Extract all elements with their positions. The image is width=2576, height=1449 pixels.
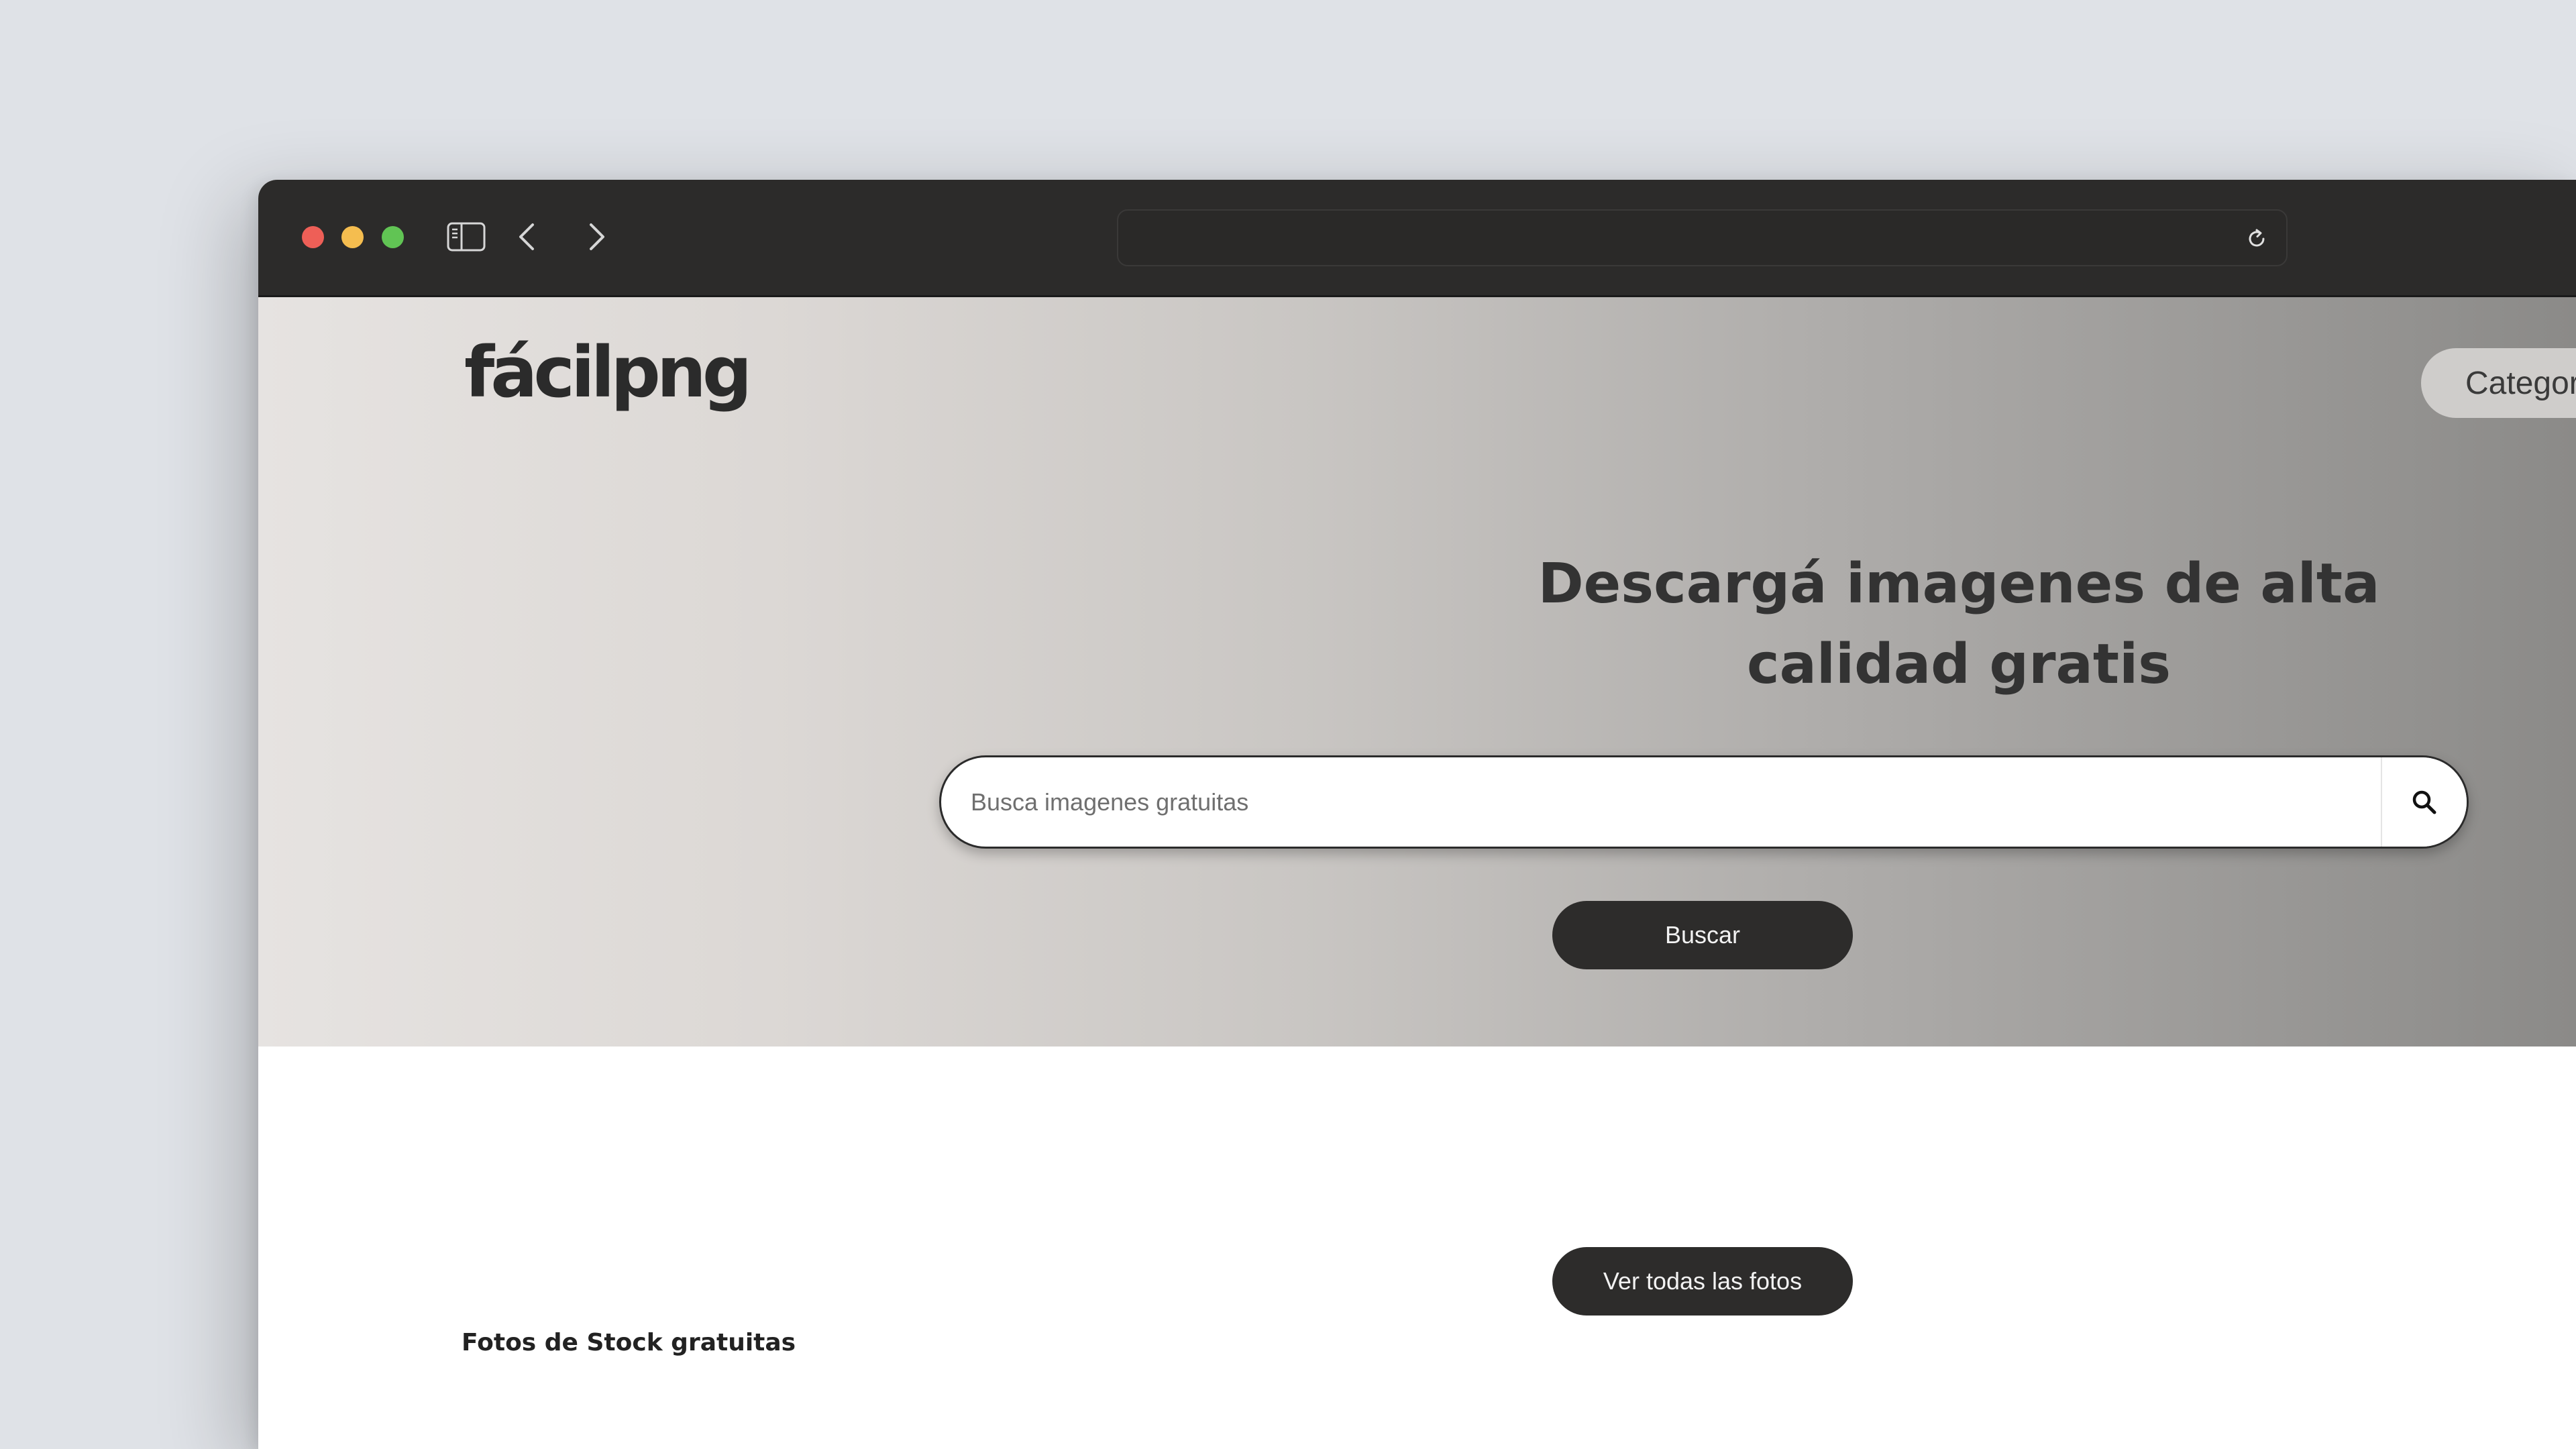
browser-titlebar (258, 180, 2576, 297)
search-input[interactable] (941, 757, 2377, 847)
address-bar[interactable] (1117, 209, 2288, 266)
hero-section: fácilpng Categor Descargá imagenes de al… (258, 297, 2576, 1046)
section-title: Fotos de Stock gratuitas (462, 1329, 796, 1356)
hero-title-line2: calidad gratis (1746, 633, 2171, 696)
sidebar-icon[interactable] (443, 213, 490, 260)
close-window-button[interactable] (302, 226, 324, 248)
view-all-photos-button[interactable]: Ver todas las fotos (1552, 1247, 1853, 1316)
chevron-left-icon[interactable] (510, 213, 543, 260)
search-button[interactable]: Buscar (1552, 901, 1853, 969)
hero-title: Descargá imagenes de alta calidad gratis (1197, 544, 2576, 705)
site-logo[interactable]: fácilpng (464, 337, 752, 407)
browser-window: fácilpng Categor Descargá imagenes de al… (258, 180, 2576, 1449)
categories-button[interactable]: Categor (2421, 348, 2576, 418)
search-icon[interactable] (2381, 757, 2467, 847)
page-content: fácilpng Categor Descargá imagenes de al… (258, 297, 2576, 1449)
minimize-window-button[interactable] (341, 226, 364, 248)
chevron-right-icon[interactable] (580, 213, 614, 260)
maximize-window-button[interactable] (382, 226, 404, 248)
hero-title-line1: Descargá imagenes de alta (1538, 552, 2380, 616)
search-box (939, 755, 2469, 849)
reload-icon[interactable] (2242, 224, 2271, 254)
